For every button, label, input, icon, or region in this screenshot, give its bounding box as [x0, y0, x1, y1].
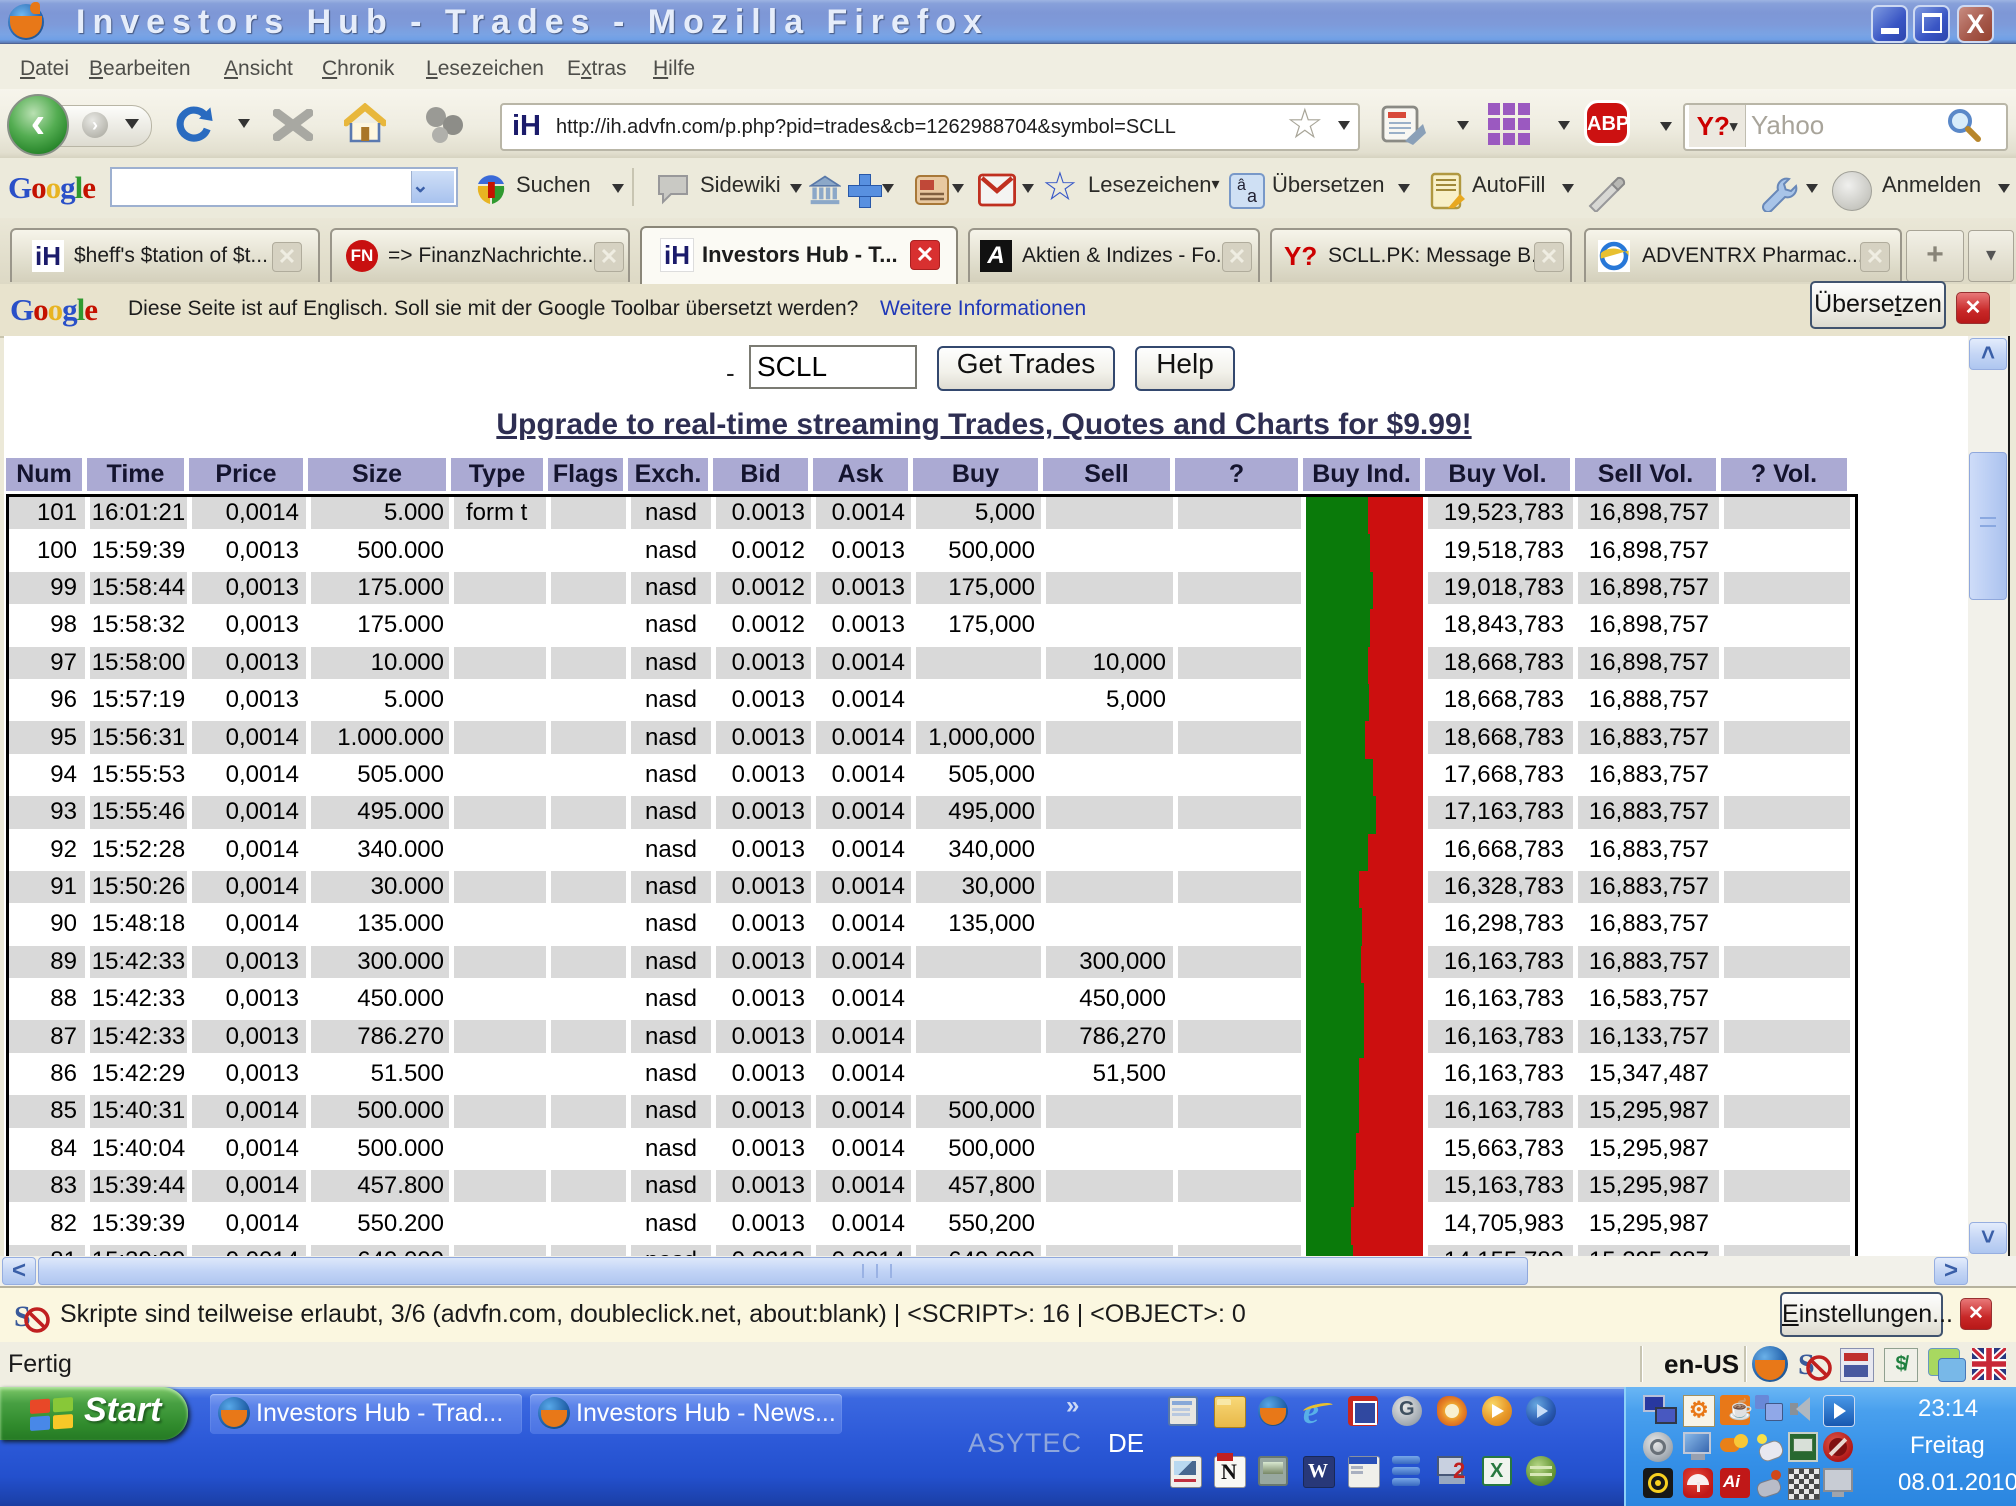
svg-text:â: â	[1237, 177, 1246, 194]
svg-text:a: a	[1247, 186, 1258, 206]
